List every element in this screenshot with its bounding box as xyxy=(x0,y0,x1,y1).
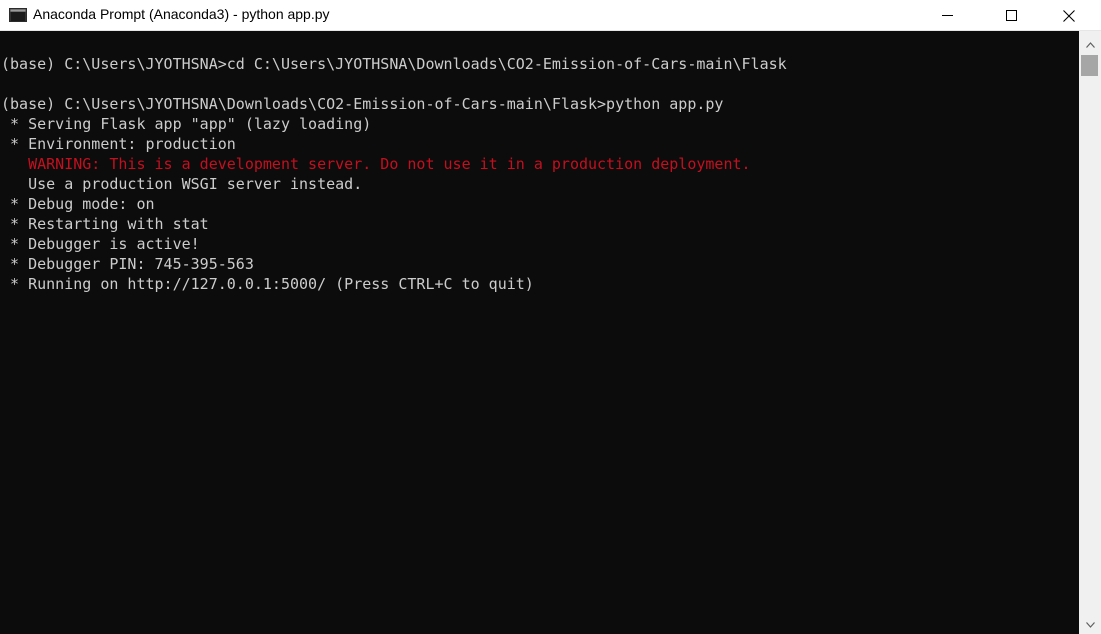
warning-line: WARNING: This is a development server. D… xyxy=(1,155,751,173)
terminal-line: (base) C:\Users\JYOTHSNA>cd C:\Users\JYO… xyxy=(1,55,787,73)
minimize-button[interactable] xyxy=(924,0,970,31)
close-button[interactable] xyxy=(1046,0,1092,31)
terminal-output[interactable]: (base) C:\Users\JYOTHSNA>cd C:\Users\JYO… xyxy=(0,31,1079,634)
terminal-line: * Serving Flask app "app" (lazy loading) xyxy=(1,115,372,133)
console-window-icon[interactable] xyxy=(9,8,27,22)
title-bar[interactable]: Anaconda Prompt (Anaconda3) - python app… xyxy=(0,0,1101,31)
chevron-up-icon xyxy=(1085,35,1095,53)
terminal-line: (base) C:\Users\JYOTHSNA\Downloads\CO2-E… xyxy=(1,95,724,113)
scrollbar-thumb[interactable] xyxy=(1081,55,1098,76)
terminal-line: * Restarting with stat xyxy=(1,215,209,233)
vertical-scrollbar[interactable] xyxy=(1079,31,1101,634)
terminal-line: * Debugger PIN: 745-395-563 xyxy=(1,255,254,273)
terminal-line: * Debugger is active! xyxy=(1,235,200,253)
close-icon xyxy=(1063,9,1075,22)
maximize-button[interactable] xyxy=(988,0,1034,31)
scroll-up-button[interactable] xyxy=(1079,35,1101,52)
scroll-down-button[interactable] xyxy=(1079,615,1101,632)
terminal-line: * Environment: production xyxy=(1,135,236,153)
terminal-line: * Running on http://127.0.0.1:5000/ (Pre… xyxy=(1,275,534,293)
terminal-window: Anaconda Prompt (Anaconda3) - python app… xyxy=(0,0,1101,634)
terminal-line: * Debug mode: on xyxy=(1,195,155,213)
maximize-icon xyxy=(1005,10,1017,21)
chevron-down-icon xyxy=(1085,615,1095,633)
terminal-line: Use a production WSGI server instead. xyxy=(1,175,363,193)
minimize-icon xyxy=(941,10,953,21)
window-title: Anaconda Prompt (Anaconda3) - python app… xyxy=(33,6,330,22)
